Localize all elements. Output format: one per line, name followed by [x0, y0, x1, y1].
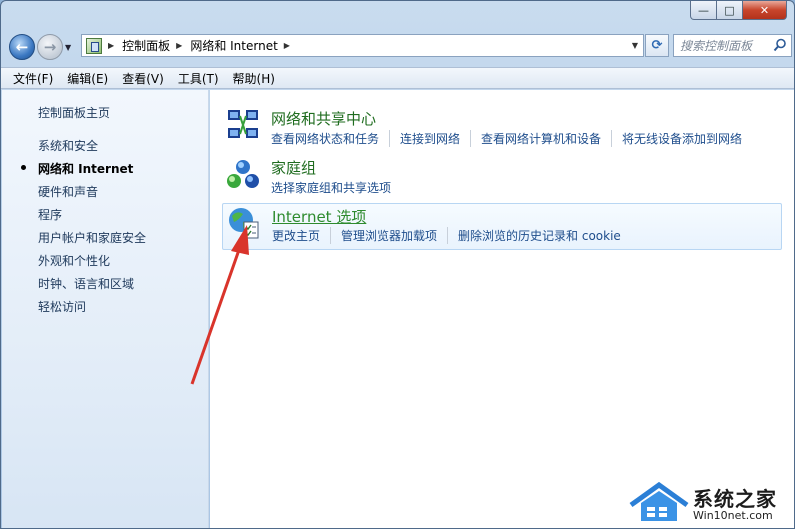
sidebar-item-network-internet[interactable]: 网络和 Internet — [38, 160, 133, 177]
refresh-button[interactable]: ⟳ — [645, 34, 669, 57]
close-button[interactable]: ✕ — [743, 1, 787, 20]
link-add-wireless-device[interactable]: 将无线设备添加到网络 — [611, 130, 752, 147]
category-links: 更改主页 管理浏览器加载项 删除浏览的历史记录和 cookie — [272, 227, 631, 244]
sidebar-item-system-security[interactable]: 系统和安全 — [38, 137, 98, 154]
forward-button[interactable]: → — [37, 34, 63, 60]
link-change-home-page[interactable]: 更改主页 — [272, 227, 330, 244]
minimize-button[interactable]: — — [690, 1, 717, 20]
search-icon[interactable] — [773, 38, 787, 52]
menu-file[interactable]: 文件(F) — [13, 70, 53, 87]
site-watermark: 系统之家 Win10net.com — [629, 477, 794, 527]
link-view-network-status[interactable]: 查看网络状态和任务 — [271, 130, 389, 147]
search-input[interactable]: 搜索控制面板 — [673, 34, 792, 57]
menu-help[interactable]: 帮助(H) — [233, 70, 275, 87]
sidebar-item-ease-of-access[interactable]: 轻松访问 — [38, 298, 86, 315]
forward-arrow-icon: → — [43, 38, 57, 56]
main-content: 网络和共享中心 查看网络状态和任务 连接到网络 查看网络计算机和设备 将无线设备… — [210, 90, 794, 528]
search-placeholder: 搜索控制面板 — [680, 39, 753, 53]
breadcrumb-network-internet[interactable]: 网络和 Internet — [190, 37, 277, 54]
category-network-sharing: 网络和共享中心 查看网络状态和任务 连接到网络 查看网络计算机和设备 将无线设备… — [222, 108, 782, 148]
link-view-network-computers[interactable]: 查看网络计算机和设备 — [470, 130, 611, 147]
category-title[interactable]: Internet 选项 — [272, 206, 366, 227]
explorer-window: — □ ✕ ← → ▼ ▶ 控制面板 ▶ 网络和 Internet ▶ ▼ ⟳ … — [0, 0, 795, 529]
category-title[interactable]: 家庭组 — [271, 157, 316, 178]
category-links: 选择家庭组和共享选项 — [271, 179, 401, 196]
network-sharing-center-icon — [228, 110, 258, 138]
breadcrumb-separator-icon[interactable]: ▶ — [176, 41, 182, 50]
recent-pages-dropdown[interactable]: ▼ — [65, 43, 75, 52]
category-internet-options[interactable]: Internet 选项 更改主页 管理浏览器加载项 删除浏览的历史记录和 coo… — [222, 203, 782, 250]
control-panel-icon — [86, 37, 102, 54]
sidebar-item-programs[interactable]: 程序 — [38, 206, 62, 223]
breadcrumb-separator-icon[interactable]: ▶ — [108, 41, 114, 50]
category-homegroup: 家庭组 选择家庭组和共享选项 — [222, 157, 782, 197]
maximize-button[interactable]: □ — [717, 1, 743, 20]
sidebar-item-user-accounts[interactable]: 用户帐户和家庭安全 — [38, 229, 146, 246]
back-button[interactable]: ← — [9, 34, 35, 60]
link-delete-browsing-history[interactable]: 删除浏览的历史记录和 cookie — [447, 227, 631, 244]
navigation-bar: ← → ▼ ▶ 控制面板 ▶ 网络和 Internet ▶ ▼ ⟳ 搜索控制面板 — [9, 32, 792, 62]
link-homegroup-sharing-options[interactable]: 选择家庭组和共享选项 — [271, 179, 401, 196]
sidebar: 控制面板主页 系统和安全 网络和 Internet 硬件和声音 程序 用户帐户和… — [2, 90, 209, 528]
link-manage-addons[interactable]: 管理浏览器加载项 — [330, 227, 447, 244]
sidebar-item-hardware-sound[interactable]: 硬件和声音 — [38, 183, 98, 200]
breadcrumb-control-panel[interactable]: 控制面板 — [122, 37, 170, 54]
category-links: 查看网络状态和任务 连接到网络 查看网络计算机和设备 将无线设备添加到网络 — [271, 130, 752, 147]
sidebar-item-appearance[interactable]: 外观和个性化 — [38, 252, 110, 269]
watermark-title: 系统之家 — [693, 487, 777, 511]
sidebar-home-link[interactable]: 控制面板主页 — [38, 104, 110, 121]
internet-options-icon — [229, 208, 259, 239]
breadcrumb-separator-icon[interactable]: ▶ — [284, 41, 290, 50]
refresh-icon: ⟳ — [651, 38, 663, 53]
address-dropdown-icon[interactable]: ▼ — [632, 41, 638, 50]
menu-tools[interactable]: 工具(T) — [178, 70, 219, 87]
link-connect-to-network[interactable]: 连接到网络 — [389, 130, 470, 147]
menu-view[interactable]: 查看(V) — [122, 70, 164, 87]
homegroup-icon — [227, 160, 259, 188]
address-bar[interactable]: ▶ 控制面板 ▶ 网络和 Internet ▶ ▼ — [81, 34, 644, 57]
category-title[interactable]: 网络和共享中心 — [271, 108, 376, 129]
back-arrow-icon: ← — [15, 38, 29, 56]
menu-bar: 文件(F) 编辑(E) 查看(V) 工具(T) 帮助(H) — [1, 67, 794, 89]
caption-buttons: — □ ✕ — [690, 1, 787, 20]
watermark-house-logo — [629, 481, 689, 521]
watermark-url: Win10net.com — [693, 509, 773, 522]
active-bullet-icon — [21, 165, 26, 170]
sidebar-item-clock-region[interactable]: 时钟、语言和区域 — [38, 275, 134, 292]
menu-edit[interactable]: 编辑(E) — [67, 70, 108, 87]
